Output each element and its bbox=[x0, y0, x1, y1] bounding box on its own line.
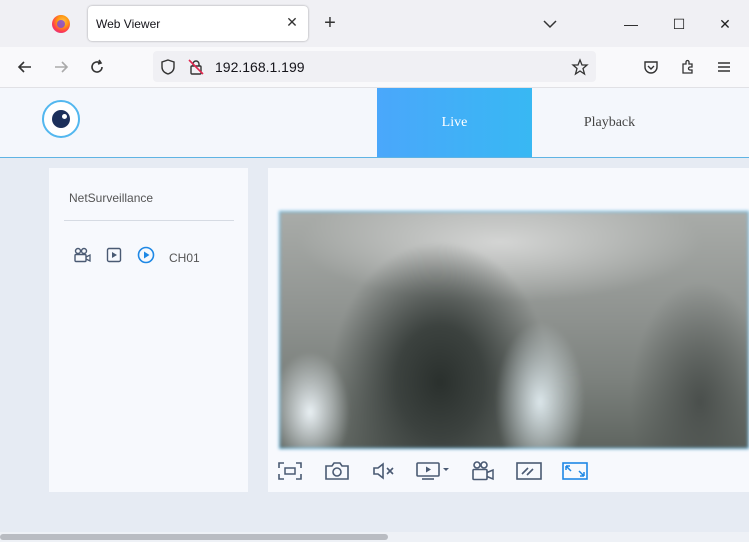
pocket-icon[interactable] bbox=[640, 56, 662, 78]
browser-toolbar: 192.168.1.199 bbox=[0, 47, 749, 88]
back-arrow-icon[interactable] bbox=[14, 56, 36, 78]
playback-icon[interactable] bbox=[105, 246, 123, 264]
bookmark-star-icon[interactable] bbox=[569, 56, 591, 78]
fit-screen-icon[interactable] bbox=[277, 460, 303, 482]
tab-playback[interactable]: Playback bbox=[532, 88, 687, 157]
forward-arrow-icon[interactable] bbox=[50, 56, 72, 78]
scrollbar-thumb[interactable] bbox=[0, 534, 388, 540]
url-text[interactable]: 192.168.1.199 bbox=[215, 59, 305, 75]
tab-live[interactable]: Live bbox=[377, 88, 532, 157]
mute-icon[interactable] bbox=[371, 460, 397, 482]
sidebar-divider bbox=[64, 220, 234, 221]
shield-icon[interactable] bbox=[157, 56, 179, 78]
list-all-tabs-icon[interactable] bbox=[540, 14, 560, 34]
live-video-feed[interactable] bbox=[279, 211, 749, 449]
firefox-logo-icon[interactable] bbox=[52, 15, 70, 33]
browser-tab-bar: Web Viewer ✕ + — ☐ ✕ bbox=[0, 0, 749, 47]
live-view-panel bbox=[268, 168, 749, 492]
insecure-lock-icon[interactable] bbox=[185, 56, 207, 78]
minimize-button[interactable]: — bbox=[620, 13, 642, 35]
tab-title: Web Viewer bbox=[96, 17, 161, 31]
live-play-icon[interactable] bbox=[137, 246, 155, 264]
web-viewer-page: Live Playback NetSurveillance CH01 bbox=[0, 88, 749, 542]
tab-close-icon[interactable]: ✕ bbox=[284, 14, 300, 30]
device-name[interactable]: NetSurveillance bbox=[69, 191, 153, 205]
record-icon[interactable] bbox=[470, 460, 496, 482]
close-window-button[interactable]: ✕ bbox=[714, 13, 736, 35]
stream-select-icon[interactable] bbox=[415, 460, 451, 482]
eye-logo-icon bbox=[52, 110, 70, 128]
browser-tab[interactable]: Web Viewer ✕ bbox=[88, 6, 308, 41]
app-logo bbox=[42, 100, 80, 138]
url-bar[interactable]: 192.168.1.199 bbox=[153, 51, 596, 82]
app-header: Live Playback bbox=[0, 88, 749, 158]
device-sidebar: NetSurveillance CH01 bbox=[49, 168, 248, 492]
maximize-button[interactable]: ☐ bbox=[668, 13, 690, 35]
snapshot-icon[interactable] bbox=[324, 460, 350, 482]
channel-label[interactable]: CH01 bbox=[169, 251, 200, 265]
menu-icon[interactable] bbox=[713, 56, 735, 78]
fullscreen-icon[interactable] bbox=[562, 460, 588, 482]
reload-icon[interactable] bbox=[86, 56, 108, 78]
camera-record-icon[interactable] bbox=[73, 246, 91, 264]
new-tab-button[interactable]: + bbox=[320, 13, 340, 33]
stretch-icon[interactable] bbox=[516, 460, 542, 482]
extensions-icon[interactable] bbox=[677, 56, 699, 78]
